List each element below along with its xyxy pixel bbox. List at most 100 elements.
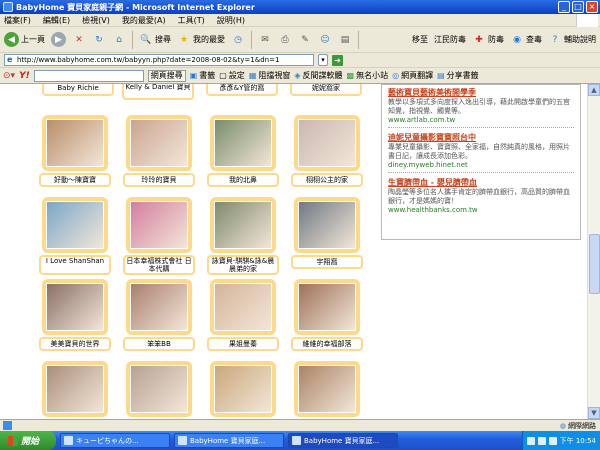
- baby-photo[interactable]: [214, 283, 272, 331]
- tile-caption[interactable]: 妮妮窩家: [290, 84, 362, 96]
- ad-url[interactable]: www.healthbanks.com.tw: [388, 206, 574, 214]
- baby-photo[interactable]: [298, 283, 356, 331]
- vertical-scrollbar[interactable]: ▲ ▼: [587, 84, 600, 419]
- baby-photo[interactable]: [130, 201, 188, 249]
- address-input[interactable]: http://www.babyhome.com.tw/babyyn.php?da…: [4, 54, 314, 66]
- photo-tile[interactable]: [210, 361, 276, 417]
- photo-tile[interactable]: [42, 361, 108, 417]
- tile-caption[interactable]: 美美寶貝的世界: [39, 337, 111, 351]
- help-button[interactable]: ? 輔助說明: [548, 33, 596, 47]
- baby-photo[interactable]: [298, 119, 356, 167]
- menu-view[interactable]: 檢視(V): [82, 15, 110, 26]
- yahoo-logo[interactable]: Y!: [19, 71, 30, 81]
- share-bookmarks-button[interactable]: ▤ 分享書籤: [437, 70, 479, 81]
- baby-photo[interactable]: [130, 283, 188, 331]
- photo-tile[interactable]: [294, 115, 360, 171]
- protect-button[interactable]: ✚ 防毒: [472, 33, 504, 47]
- photo-tile[interactable]: [126, 361, 192, 417]
- menu-file[interactable]: 檔案(F): [4, 15, 31, 26]
- baby-photo[interactable]: [46, 201, 104, 249]
- menu-help[interactable]: 說明(H): [217, 15, 245, 26]
- photo-tile[interactable]: [210, 115, 276, 171]
- translate-button[interactable]: ◎ 網頁翻譯: [392, 70, 433, 81]
- bookmarks-button[interactable]: ▣ 書籤: [190, 70, 216, 81]
- scroll-thumb[interactable]: [589, 234, 600, 294]
- taskbar-item[interactable]: キューピちゃんの...: [60, 433, 170, 448]
- yahoo-search-input[interactable]: [33, 69, 144, 82]
- toolbar-options-icon[interactable]: ⊙▾: [3, 71, 15, 81]
- antispyware-button[interactable]: ◈ 反間諜軟體: [294, 70, 342, 81]
- photo-tile[interactable]: [294, 197, 360, 253]
- back-button[interactable]: ◀ 上一頁: [4, 32, 45, 47]
- wretch-button[interactable]: ▩ 無名小站: [347, 70, 389, 81]
- ad-item[interactable]: 生寶臍帶血 - 嬰兒臍帶血 陶晶瑩等多位名人攜手肯定的臍帶血銀行，高品質的臍帶血…: [388, 177, 574, 214]
- scroll-down-icon[interactable]: ▼: [588, 407, 600, 419]
- clock[interactable]: 下午 10:54: [560, 436, 596, 446]
- web-search-button[interactable]: 網頁搜尋: [147, 69, 186, 82]
- scroll-up-icon[interactable]: ▲: [588, 84, 600, 96]
- antivirus-button[interactable]: 江民防毒: [434, 34, 466, 45]
- taskbar-item-active[interactable]: BabyHome 寶貝家庭...: [288, 433, 398, 448]
- ad-item[interactable]: 迪妮兒童攝影寶寶照台中 專業兒童攝影、寶寶照、全家福，自然純真的風格，用照片書日…: [388, 132, 574, 173]
- volume-icon[interactable]: [548, 436, 557, 445]
- tile-caption[interactable]: 詠寶貝-騏騏&詠&晨 晨弟的家: [207, 255, 279, 275]
- taskbar-item[interactable]: BabyHome 寶貝家庭...: [174, 433, 284, 448]
- history-icon[interactable]: ◷: [231, 33, 245, 47]
- baby-photo[interactable]: [46, 283, 104, 331]
- ad-title[interactable]: 藝術寶貝藝術美術開學季: [388, 87, 574, 98]
- close-button[interactable]: ×: [586, 1, 598, 13]
- photo-tile[interactable]: [126, 279, 192, 335]
- print-icon[interactable]: ⎙: [278, 33, 292, 47]
- baby-photo[interactable]: [130, 119, 188, 167]
- photo-tile[interactable]: [294, 279, 360, 335]
- baby-photo[interactable]: [298, 201, 356, 249]
- tile-caption[interactable]: 玲玲的寶貝: [123, 173, 195, 187]
- tray-icon[interactable]: [526, 436, 535, 445]
- photo-tile[interactable]: [210, 197, 276, 253]
- tile-caption[interactable]: 宇翔窩: [291, 255, 363, 269]
- tile-caption[interactable]: 我的北鼻: [207, 173, 279, 187]
- go-to-button[interactable]: 移至: [412, 34, 428, 45]
- search-button[interactable]: 🔍 搜尋: [139, 33, 171, 47]
- menu-favorites[interactable]: 我的最愛(A): [122, 15, 166, 26]
- photo-tile[interactable]: [42, 279, 108, 335]
- messenger-icon[interactable]: ☺: [318, 33, 332, 47]
- scan-button[interactable]: ◉ 查毒: [510, 33, 542, 47]
- baby-photo[interactable]: [46, 365, 104, 413]
- ad-title[interactable]: 生寶臍帶血 - 嬰兒臍帶血: [388, 177, 574, 188]
- tile-caption[interactable]: 維維的幸福部落: [291, 337, 363, 351]
- photo-tile[interactable]: [294, 361, 360, 417]
- tile-caption[interactable]: 日本幸福株式會社 日本代購: [123, 255, 195, 275]
- start-button[interactable]: 開始: [0, 431, 56, 450]
- menu-tools[interactable]: 工具(T): [178, 15, 205, 26]
- forward-button[interactable]: ▶: [51, 32, 66, 47]
- chevron-down-icon[interactable]: ▾: [318, 54, 328, 66]
- baby-photo[interactable]: [214, 119, 272, 167]
- tile-caption[interactable]: 笨笨BB: [123, 337, 195, 351]
- research-icon[interactable]: ▤: [338, 33, 352, 47]
- baby-photo[interactable]: [214, 365, 272, 413]
- tile-caption[interactable]: Kelly & Daniel 寶貝: [122, 84, 194, 100]
- photo-tile[interactable]: [126, 197, 192, 253]
- mail-icon[interactable]: ✉: [258, 33, 272, 47]
- tile-caption[interactable]: I Love ShanShan: [39, 255, 111, 275]
- baby-photo[interactable]: [130, 365, 188, 413]
- settings-button[interactable]: ▢ 設定: [219, 70, 245, 81]
- minimize-button[interactable]: _: [558, 1, 570, 13]
- home-icon[interactable]: ⌂: [112, 33, 126, 47]
- ad-url[interactable]: www.artlab.com.tw: [388, 116, 574, 124]
- baby-photo[interactable]: [46, 119, 104, 167]
- tray-icon[interactable]: [537, 436, 546, 445]
- edit-icon[interactable]: ✎: [298, 33, 312, 47]
- tile-caption[interactable]: 栩栩公主的家: [291, 173, 363, 187]
- ad-url[interactable]: diney.myweb.hinet.net: [388, 161, 574, 169]
- ad-item[interactable]: 藝術寶貝藝術美術開學季 教學以多項式多向度探入逸出引導，藉此開啟學童們的五官知覺…: [388, 87, 574, 128]
- menu-edit[interactable]: 編輯(E): [43, 15, 70, 26]
- refresh-icon[interactable]: ↻: [92, 33, 106, 47]
- tile-caption[interactable]: Baby Richie: [42, 84, 114, 96]
- ad-title[interactable]: 迪妮兒童攝影寶寶照台中: [388, 132, 574, 143]
- baby-photo[interactable]: [214, 201, 272, 249]
- tile-caption[interactable]: 彥彥&Y管的窩: [206, 84, 278, 96]
- tile-caption[interactable]: 果姐曼蓁: [207, 337, 279, 351]
- photo-tile[interactable]: [42, 115, 108, 171]
